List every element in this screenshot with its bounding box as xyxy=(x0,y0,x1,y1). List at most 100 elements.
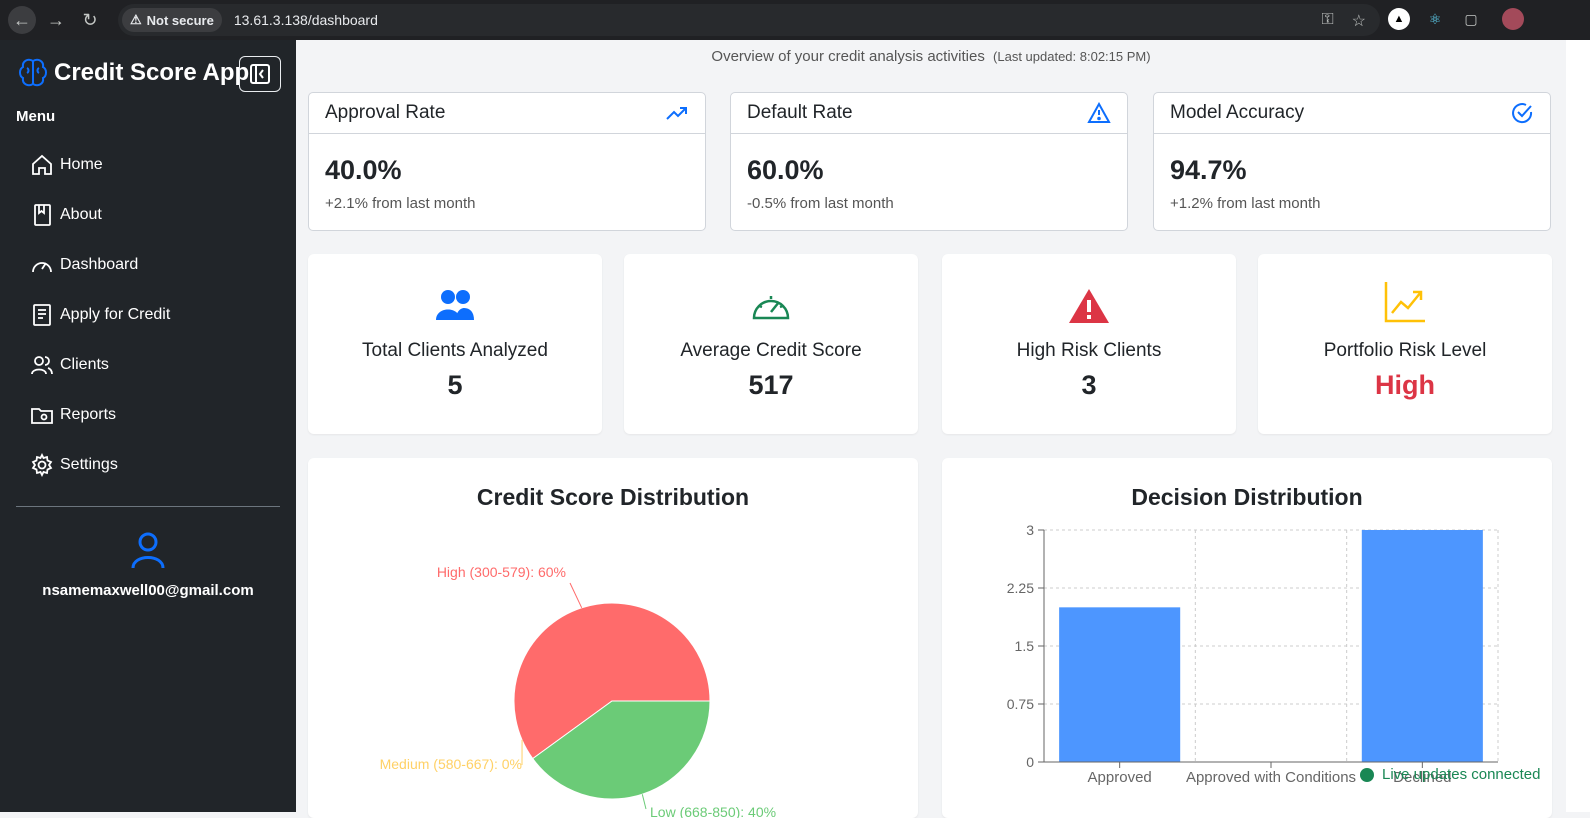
metric-title: Approval Rate xyxy=(325,102,445,124)
bar[interactable] xyxy=(1362,530,1483,762)
browser-toolbar: ← → ↻ ⚠ Not secure 13.61.3.138/dashboard… xyxy=(0,0,1590,40)
sidebar-item-label: Apply for Credit xyxy=(60,306,170,324)
react-devtools-icon[interactable]: ⚛ xyxy=(1424,8,1446,30)
metric-title: Default Rate xyxy=(747,102,853,124)
sidebar-item-settings[interactable]: Settings xyxy=(30,440,170,490)
stat-value: 3 xyxy=(942,370,1236,401)
stat-label: Total Clients Analyzed xyxy=(308,340,602,362)
trending-up-icon xyxy=(665,103,689,123)
graph-up-icon xyxy=(1383,280,1427,324)
stat-value: 517 xyxy=(624,370,918,401)
sidebar-item-about[interactable]: About xyxy=(30,190,170,240)
sidebar-item-label: About xyxy=(60,206,102,224)
sidebar-item-label: Reports xyxy=(60,406,116,424)
gear-icon xyxy=(30,453,54,477)
sidebar-item-label: Clients xyxy=(60,356,109,374)
stat-card-total-clients: Total Clients Analyzed 5 xyxy=(308,254,602,434)
key-icon[interactable]: ⚿ xyxy=(1321,11,1333,31)
metric-card-approval-rate: Approval Rate 40.0% +2.1% from last mont… xyxy=(308,92,706,231)
bar[interactable] xyxy=(1059,607,1180,762)
stat-value: 5 xyxy=(308,370,602,401)
reload-button[interactable]: ↻ xyxy=(76,6,104,34)
pie-label: Medium (580-667): 0% xyxy=(380,756,522,772)
decision-distribution-panel: Decision Distribution 00.751.52.253Appro… xyxy=(942,458,1552,818)
overview-text: Overview of your credit analysis activit… xyxy=(296,48,1566,65)
pie-label: High (300-579): 60% xyxy=(437,564,566,580)
y-tick-label: 0.75 xyxy=(1007,696,1034,712)
user-icon xyxy=(128,530,168,570)
forward-button[interactable]: → xyxy=(42,6,70,34)
sidebar-item-label: Home xyxy=(60,156,103,174)
metric-card-model-accuracy: Model Accuracy 94.7% +1.2% from last mon… xyxy=(1153,92,1551,231)
stat-card-average-credit-score: Average Credit Score 517 xyxy=(624,254,918,434)
security-label: Not secure xyxy=(147,13,214,28)
sidebar-item-label: Settings xyxy=(60,456,118,474)
sidebar-item-clients[interactable]: Clients xyxy=(30,340,170,390)
collapse-sidebar-button[interactable] xyxy=(239,56,281,92)
folder-icon xyxy=(30,403,54,427)
stat-label: High Risk Clients xyxy=(942,340,1236,362)
x-tick-label: Approved xyxy=(1088,769,1152,786)
security-chip[interactable]: ⚠ Not secure xyxy=(122,8,222,32)
address-bar[interactable]: ⚠ Not secure 13.61.3.138/dashboard ⚿ ☆ xyxy=(118,4,1380,36)
user-email: nsamemaxwell00@gmail.com xyxy=(0,582,296,599)
back-button[interactable]: ← xyxy=(8,6,36,34)
credit-score-distribution-panel: Credit Score Distribution High (300-579)… xyxy=(308,458,918,818)
metric-value: 40.0% xyxy=(325,155,402,186)
sidebar: Credit Score App Menu Home About Dashboa… xyxy=(0,40,296,812)
pie-chart: High (300-579): 60% Medium (580-667): 0% L… xyxy=(308,458,918,818)
pie-label-line xyxy=(570,583,582,608)
sidebar-item-dashboard[interactable]: Dashboard xyxy=(30,240,170,290)
extension-icon[interactable]: ▲ xyxy=(1388,8,1410,30)
status-dot xyxy=(1360,768,1374,782)
main-content: Overview of your credit analysis activit… xyxy=(296,40,1566,812)
brand-name: Credit Score App xyxy=(54,59,249,87)
sidebar-nav: Home About Dashboard Apply for Credit Cl… xyxy=(30,140,170,490)
last-updated: (Last updated: 8:02:15 PM) xyxy=(993,49,1151,64)
y-tick-label: 2.25 xyxy=(1007,580,1034,596)
pie-label: Low (668-850): 40% xyxy=(650,804,776,818)
puzzle-icon[interactable]: ▢ xyxy=(1460,8,1482,30)
brand[interactable]: Credit Score App xyxy=(16,56,249,90)
metric-change: +1.2% from last month xyxy=(1170,195,1320,212)
stat-label: Portfolio Risk Level xyxy=(1258,340,1552,362)
live-status: Live updates connected xyxy=(1360,766,1540,783)
stat-card-high-risk-clients: High Risk Clients 3 xyxy=(942,254,1236,434)
profile-avatar[interactable] xyxy=(1502,8,1524,30)
stat-label: Average Credit Score xyxy=(624,340,918,362)
metric-card-default-rate: Default Rate 60.0% -0.5% from last month xyxy=(730,92,1128,231)
url-text[interactable]: 13.61.3.138/dashboard xyxy=(234,12,378,28)
warning-icon xyxy=(1087,102,1111,124)
y-tick-label: 3 xyxy=(1026,522,1034,538)
collapse-icon xyxy=(249,63,271,85)
speedometer-icon xyxy=(750,288,792,322)
metric-title: Model Accuracy xyxy=(1170,102,1304,124)
sidebar-item-label: Dashboard xyxy=(60,256,138,274)
sidebar-item-reports[interactable]: Reports xyxy=(30,390,170,440)
star-icon[interactable]: ☆ xyxy=(1352,11,1366,31)
page-scrollbar[interactable] xyxy=(1566,40,1590,812)
y-tick-label: 1.5 xyxy=(1015,638,1035,654)
home-icon xyxy=(30,153,54,177)
metric-value: 60.0% xyxy=(747,155,824,186)
form-icon xyxy=(30,303,54,327)
sidebar-item-home[interactable]: Home xyxy=(30,140,170,190)
y-tick-label: 0 xyxy=(1026,754,1034,770)
bar-chart: 0 0.75 1.5 2.25 3 Approved Approved with Condi… xyxy=(942,458,1552,818)
book-icon xyxy=(30,203,54,227)
danger-triangle-icon xyxy=(1068,288,1110,324)
pie-label-line xyxy=(642,794,646,809)
overview-label: Overview of your credit analysis activit… xyxy=(711,48,984,65)
metric-value: 94.7% xyxy=(1170,155,1247,186)
brain-icon xyxy=(16,56,50,90)
users-icon xyxy=(434,288,476,322)
menu-title: Menu xyxy=(16,108,55,125)
stat-card-portfolio-risk-level: Portfolio Risk Level High xyxy=(1258,254,1552,434)
check-circle-icon xyxy=(1510,101,1534,125)
sidebar-item-apply-for-credit[interactable]: Apply for Credit xyxy=(30,290,170,340)
x-tick-label: Approved with Conditions xyxy=(1186,769,1356,786)
metric-change: +2.1% from last month xyxy=(325,195,475,212)
sidebar-divider xyxy=(16,506,280,507)
users-icon xyxy=(30,353,54,377)
warning-icon: ⚠ xyxy=(130,12,142,28)
